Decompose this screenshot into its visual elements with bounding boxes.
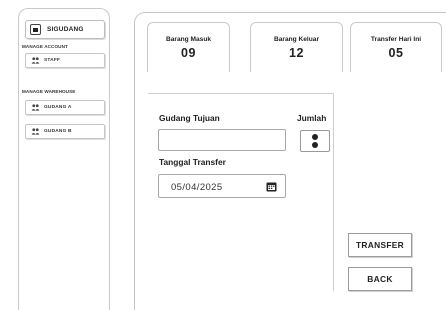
stepper-down-icon[interactable] xyxy=(312,142,318,148)
stat-card-transfer-hari-ini: Transfer Hari Ini 05 xyxy=(350,22,442,72)
stepper-up-icon[interactable] xyxy=(312,134,318,140)
users-icon xyxy=(31,57,40,64)
sidebar-item-staff-label: STAFF xyxy=(44,58,61,63)
manage-account-heading: MANAGE ACCOUNT xyxy=(22,44,68,49)
sidebar: SIGUDANG MANAGE ACCOUNT STAFF MANAGE WAR… xyxy=(18,8,110,310)
stat-value-transfer-hari-ini: 05 xyxy=(388,46,404,60)
stat-label-barang-keluar: Barang Keluar xyxy=(273,36,320,43)
back-button[interactable]: BACK xyxy=(348,267,412,291)
sidebar-item-gudang-a[interactable]: GUDANG A xyxy=(25,100,105,115)
gudang-tujuan-label: Gudang Tujuan xyxy=(159,113,220,123)
sidebar-item-staff[interactable]: STAFF xyxy=(25,53,105,68)
gudang-tujuan-input[interactable] xyxy=(158,129,286,151)
sidebar-item-gudang-b[interactable]: GUDANG B xyxy=(25,124,105,139)
transfer-button[interactable]: TRANSFER xyxy=(348,233,412,257)
stat-label-barang-masuk: Barang Masuk xyxy=(165,36,212,43)
sidebar-item-gudang-b-label: GUDANG B xyxy=(44,129,72,134)
calendar-icon[interactable] xyxy=(266,181,277,192)
jumlah-label: Jumlah xyxy=(297,113,327,123)
jumlah-stepper[interactable] xyxy=(300,130,330,152)
tanggal-transfer-label: Tanggal Transfer xyxy=(159,157,226,167)
manage-warehouse-heading: MANAGE WAREHOUSE xyxy=(22,89,76,94)
users-icon xyxy=(31,128,40,135)
stat-label-transfer-hari-ini: Transfer Hari Ini xyxy=(370,36,422,43)
sidebar-item-gudang-a-label: GUDANG A xyxy=(44,105,72,110)
app-logo-button[interactable]: SIGUDANG xyxy=(25,20,105,39)
tanggal-transfer-input[interactable]: 05/04/2025 xyxy=(158,174,286,198)
app-name: SIGUDANG xyxy=(47,26,84,33)
tanggal-transfer-value: 05/04/2025 xyxy=(171,182,223,193)
stat-card-barang-keluar: Barang Keluar 12 xyxy=(250,22,343,72)
warehouse-icon xyxy=(30,24,41,35)
stat-value-barang-keluar: 12 xyxy=(289,46,304,60)
stat-card-barang-masuk: Barang Masuk 09 xyxy=(147,22,230,72)
stat-value-barang-masuk: 09 xyxy=(181,46,196,60)
users-icon xyxy=(31,104,40,111)
